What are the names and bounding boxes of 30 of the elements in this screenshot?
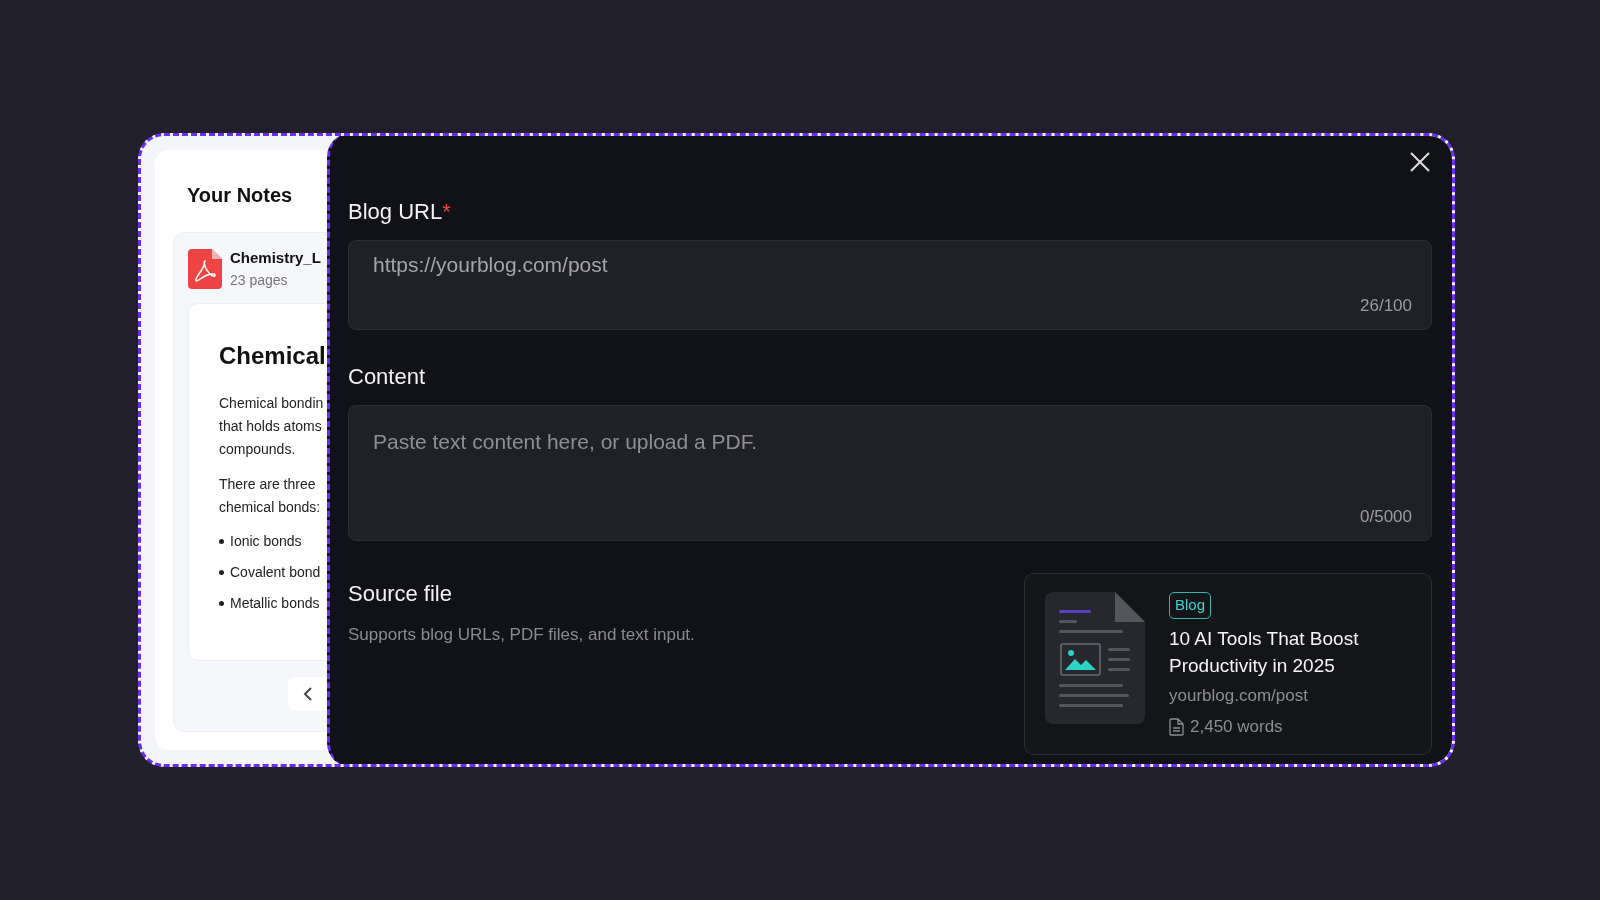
panel-title: Your Notes <box>187 183 294 208</box>
bullet-icon <box>219 538 224 544</box>
paragraph: Chemical bondin that holds atoms compounds. <box>219 393 325 459</box>
section-title: Source file <box>348 580 453 608</box>
list-item: Metallic bonds <box>230 593 320 613</box>
chevron-left-icon <box>303 685 313 702</box>
document-thumbnail-icon <box>1045 592 1145 724</box>
article-title: 10 AI Tools That Boost Productivity in 2025 <box>1169 626 1360 678</box>
page-count: 23 pages <box>230 270 289 290</box>
category-tag: Blog <box>1169 592 1212 619</box>
bullet-icon <box>219 600 224 606</box>
document-icon <box>1169 717 1184 736</box>
character-counter: 0/5000 <box>1360 505 1412 528</box>
list-item: Ionic bonds <box>230 531 302 551</box>
article-url: yourblog.com/post <box>1169 684 1309 707</box>
paragraph: There are three chemical bonds: <box>219 474 322 517</box>
section-subtitle: Supports blog URLs, PDF files, and text input. <box>348 624 695 646</box>
previous-button[interactable] <box>288 676 327 711</box>
close-icon <box>1408 149 1432 174</box>
word-count: 2,450 words <box>1190 716 1283 738</box>
source-card[interactable]: Blog 10 AI Tools That Boost Productivity in 2025 yourblog.com/post 2,450 words <box>1024 573 1432 755</box>
field-label: Blog URL <box>348 199 443 224</box>
field-label: Content <box>348 364 426 389</box>
list-item: Covalent bond <box>230 562 321 582</box>
file-name[interactable]: Chemistry_L <box>230 247 321 270</box>
pdf-file-icon <box>188 248 222 289</box>
required-mark: * <box>442 199 451 224</box>
character-counter: 26/100 <box>1360 294 1412 317</box>
document-heading: Chemical <box>219 340 327 371</box>
bullet-icon <box>219 569 224 575</box>
